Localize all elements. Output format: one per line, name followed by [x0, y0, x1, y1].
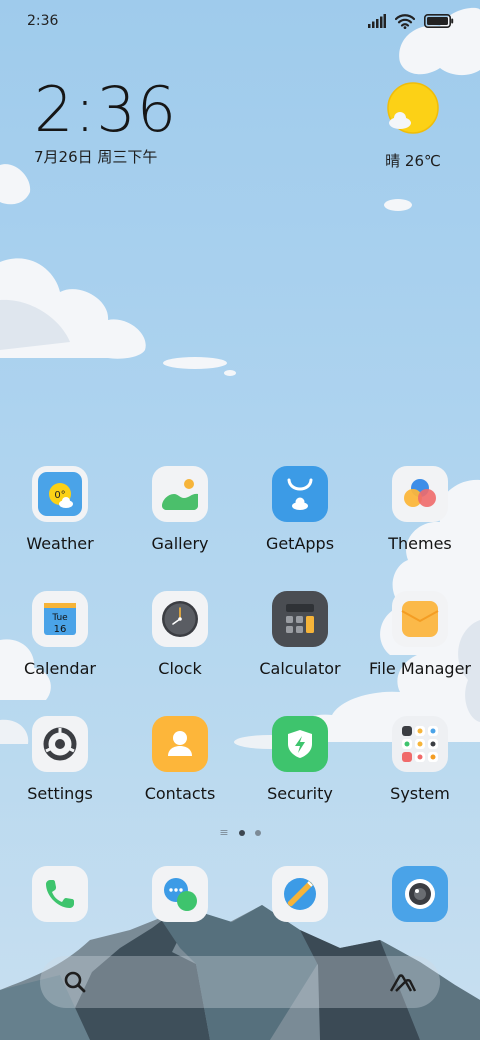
app-row: 0° Weather Gallery GetApps Themes [0, 466, 480, 591]
dock-browser[interactable] [240, 866, 360, 922]
status-bar: 2:36 [0, 0, 480, 42]
settings-icon [32, 716, 88, 772]
dock-messaging[interactable] [120, 866, 240, 922]
clock-time: 2:36 [34, 73, 178, 146]
weather-widget[interactable]: 晴 26℃ [382, 82, 444, 171]
search-icon [64, 971, 86, 993]
app-clock[interactable]: Clock [120, 591, 240, 716]
app-row: Tue 16 Calendar Clock Calculator File Ma… [0, 591, 480, 716]
file-manager-icon [392, 591, 448, 647]
dock [0, 866, 480, 922]
app-system-folder[interactable]: System [360, 716, 480, 841]
page-dot [254, 830, 261, 836]
app-label: Calculator [259, 659, 341, 678]
search-bar[interactable] [40, 956, 440, 1008]
battery-icon [424, 14, 454, 28]
app-label: Themes [388, 534, 452, 553]
calculator-icon [272, 591, 328, 647]
app-gallery[interactable]: Gallery [120, 466, 240, 591]
status-time: 2:36 [27, 13, 59, 29]
app-weather[interactable]: 0° Weather [0, 466, 120, 591]
app-label: File Manager [369, 659, 471, 678]
app-row: Settings Contacts Security System [0, 716, 480, 841]
signal-icon [368, 14, 386, 28]
app-contacts[interactable]: Contacts [120, 716, 240, 841]
page-dot-active [238, 830, 245, 836]
status-icons [368, 13, 454, 29]
clock-date: 7月26日 周三下午 [34, 148, 158, 166]
app-label: Calendar [24, 659, 96, 678]
app-label: Gallery [151, 534, 209, 553]
calendar-date-text: 16 [54, 624, 67, 635]
app-security[interactable]: Security [240, 716, 360, 841]
phone-icon [32, 866, 88, 922]
security-icon [272, 716, 328, 772]
app-label: Clock [158, 659, 202, 678]
app-calendar[interactable]: Tue 16 Calendar [0, 591, 120, 716]
app-label: GetApps [265, 534, 335, 553]
messaging-icon [152, 866, 208, 922]
browser-icon [272, 866, 328, 922]
app-label: Weather [26, 534, 94, 553]
themes-icon [392, 466, 448, 522]
folder-icon [392, 716, 448, 772]
camera-icon [392, 866, 448, 922]
calendar-day-text: Tue [51, 613, 68, 623]
app-label: Security [267, 784, 333, 803]
app-label: System [390, 784, 450, 803]
app-grid: 0° Weather Gallery GetApps Themes Tue 16… [0, 466, 480, 841]
calendar-icon: Tue 16 [32, 591, 88, 647]
app-label: Settings [27, 784, 93, 803]
page-indicator[interactable]: ≡ [0, 826, 480, 839]
app-label: Contacts [144, 784, 216, 803]
app-settings[interactable]: Settings [0, 716, 120, 841]
clock-icon [152, 591, 208, 647]
weather-text: 晴 26℃ [385, 152, 441, 170]
dock-camera[interactable] [360, 866, 480, 922]
app-file-manager[interactable]: File Manager [360, 591, 480, 716]
menu-lines-icon: ≡ [219, 826, 229, 839]
contacts-icon [152, 716, 208, 772]
weather-icon: 0° [32, 466, 88, 522]
sun-cloud-icon [387, 82, 439, 134]
app-getapps[interactable]: GetApps [240, 466, 360, 591]
dock-phone[interactable] [0, 866, 120, 922]
app-calculator[interactable]: Calculator [240, 591, 360, 716]
assistant-icon[interactable] [388, 969, 418, 995]
clock-widget[interactable]: 2:36 7月26日 周三下午 [34, 78, 177, 167]
app-themes[interactable]: Themes [360, 466, 480, 591]
wifi-icon [395, 13, 415, 29]
getapps-icon [272, 466, 328, 522]
gallery-icon [152, 466, 208, 522]
